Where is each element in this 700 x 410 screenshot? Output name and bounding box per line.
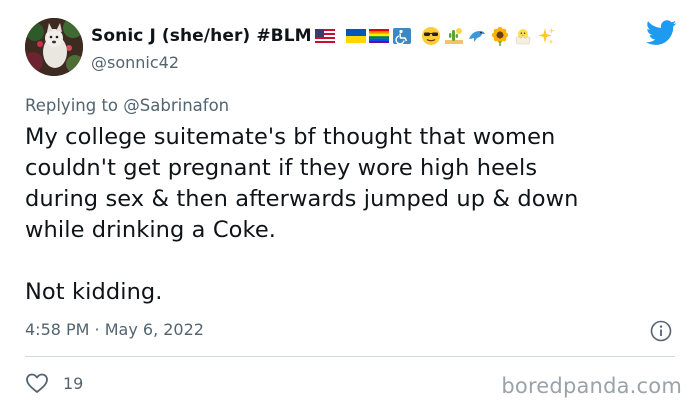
tweet-text-line: while drinking a Coke. (25, 217, 277, 243)
author-block: Sonic J (she/her) #BLM @sonnic42 (91, 24, 611, 72)
wheelchair-symbol-icon (392, 28, 412, 44)
tweet-timestamp[interactable]: 4:58 PM · May 6, 2022 (25, 320, 204, 339)
display-name[interactable]: Sonic J (she/her) #BLM (91, 26, 312, 46)
like-button[interactable]: 19 (25, 372, 83, 394)
desert-cactus-icon (444, 26, 464, 46)
watermark: boredpanda.com (501, 374, 682, 398)
avatar[interactable] (25, 18, 83, 76)
like-count: 19 (63, 373, 84, 393)
sparkles-icon (536, 26, 556, 46)
us-flag-icon (314, 28, 335, 44)
avatar-dog-photo (25, 18, 83, 76)
tweet-text-line: Not kidding. (25, 279, 163, 305)
replying-to-prefix: Replying to (25, 96, 124, 115)
name-line: Sonic J (she/her) #BLM (91, 24, 611, 48)
tweet-text-line: during sex & then afterwards jumped up &… (25, 186, 579, 212)
heart-icon (26, 373, 48, 393)
reply-mention-link[interactable]: @Sabrinafon (123, 96, 229, 115)
sunflower-icon (490, 26, 510, 46)
rainbow-flag-icon (368, 28, 389, 44)
dolphin-icon (467, 26, 487, 46)
hatching-chick-icon (513, 26, 533, 46)
sunglasses-face-icon (421, 26, 441, 46)
author-handle[interactable]: @sonnic42 (91, 53, 611, 72)
tweet-text: My college suitemate's bf thought that w… (25, 122, 675, 308)
tweet-text-line: couldn't get pregnant if they wore high … (25, 155, 538, 181)
tweet-header: Sonic J (she/her) #BLM @sonnic42 (25, 18, 685, 82)
name-emojis (314, 26, 559, 46)
ukraine-flag-icon (345, 28, 366, 44)
tweet-text-line: My college suitemate's bf thought that w… (25, 124, 556, 150)
replying-to: Replying to @Sabrinafon (25, 96, 229, 115)
twitter-bird-icon[interactable] (646, 20, 677, 46)
divider (25, 356, 675, 357)
info-icon[interactable] (650, 320, 672, 342)
